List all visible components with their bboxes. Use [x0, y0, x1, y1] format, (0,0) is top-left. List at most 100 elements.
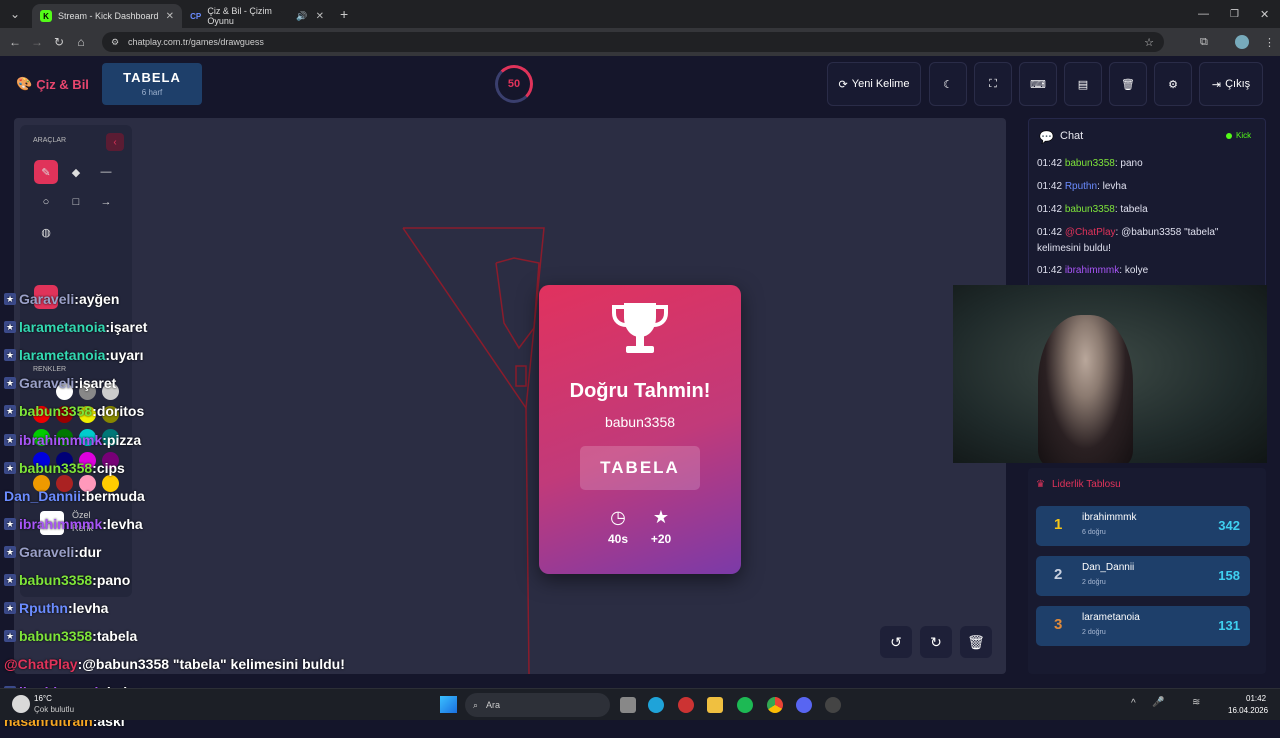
keyboard-button[interactable]: ⌨ [1019, 62, 1057, 106]
overlay-chat-user: ibrahimmmk [19, 515, 103, 532]
file-explorer-icon[interactable] [707, 697, 723, 713]
line-tool[interactable]: — [94, 160, 118, 184]
logo-text: Çiz & Bil [36, 76, 89, 92]
settings-button[interactable]: ⚙ [1154, 62, 1192, 106]
current-word: TABELA [123, 70, 181, 85]
clock-icon: ◷ [610, 507, 626, 527]
undo-button[interactable]: ↺ [880, 626, 912, 658]
site-info-icon[interactable]: ⚙ [111, 37, 119, 48]
exit-button[interactable]: ⇥ Çıkış [1199, 62, 1263, 106]
archive-button[interactable]: ▤ [1064, 62, 1102, 106]
redo-button[interactable]: ↻ [920, 626, 952, 658]
browser-tab-game[interactable]: CP Çiz & Bil - Çizim Oyunu 🔊 ✕ [182, 4, 332, 28]
spotify-icon[interactable] [737, 697, 753, 713]
chrome-icon[interactable] [767, 697, 783, 713]
edge-icon[interactable] [648, 697, 664, 713]
clock-date[interactable]: 16.04.2026 [1228, 706, 1268, 715]
clear-canvas-button[interactable]: 🗑 [960, 626, 992, 658]
leaderboard-panel: ♛ Liderlik Tablosu 1 ibrahimmmk 6 doğru 342… [1028, 468, 1266, 674]
eraser-tool[interactable]: ◆ [64, 160, 88, 184]
arrow-tool[interactable]: → [94, 190, 118, 214]
brush-tool[interactable]: ✎ [34, 160, 58, 184]
dark-mode-button[interactable]: ☾ [929, 62, 967, 106]
live-indicator-icon [1226, 133, 1232, 139]
overlay-chat-user: Garaveli [19, 375, 75, 392]
leaderboard-points: 158 [1218, 568, 1240, 583]
redo-icon: ↻ [930, 633, 942, 650]
app-logo[interactable]: 🎨 Çiz & Bil [16, 76, 89, 92]
microphone-icon[interactable]: 🎤 [1152, 697, 1164, 708]
search-icon: ⌕ [473, 699, 479, 710]
url-field[interactable]: ⚙ chatplay.com.tr/games/drawguess ☆ [102, 32, 1164, 52]
overlay-chat-line: ★ babun3358 : pano [4, 569, 130, 591]
time-stat: ◷ 40s [598, 507, 638, 546]
tab-list-icon[interactable]: ⌄ [4, 7, 26, 21]
overlay-chat-line: ★ babun3358 : cips [4, 457, 125, 479]
new-tab-icon[interactable]: + [340, 6, 348, 22]
badge-icon: ★ [4, 545, 16, 558]
bookmark-star-icon[interactable]: ☆ [1144, 36, 1154, 49]
overlay-chat-message: levha [106, 515, 143, 532]
app-icon[interactable] [678, 697, 694, 713]
streamer-silhouette [1038, 315, 1133, 463]
taskbar-search[interactable]: ⌕ Ara [465, 693, 610, 717]
overlay-chat-line: Dan_Dannii : bermuda [4, 485, 145, 507]
obs-icon[interactable] [825, 697, 841, 713]
circle-icon: ○ [42, 196, 50, 208]
forward-icon[interactable]: → [26, 35, 48, 49]
reload-icon[interactable]: ↻ [48, 35, 70, 49]
overlay-chat-message: dur [78, 543, 102, 560]
collapse-tools-button[interactable]: ‹ [106, 133, 124, 151]
leaderboard-rank: 3 [1054, 616, 1063, 633]
badge-icon: ★ [4, 377, 16, 390]
paint-bucket-icon: ◍ [41, 226, 51, 239]
extensions-icon[interactable]: ⧉ [1200, 36, 1208, 49]
minimize-window-icon[interactable]: — [1198, 8, 1209, 20]
winner-name: babun3358 [604, 414, 676, 430]
task-view-icon[interactable] [620, 697, 636, 713]
leaderboard-rank: 1 [1054, 516, 1063, 533]
chat-message-user: ibrahimmmk [1064, 265, 1120, 276]
stream-chat-overlay: ★ Garaveli : ayğen ★ larametanoia : işaret ★… [4, 288, 424, 738]
circle-tool[interactable]: ○ [34, 190, 58, 214]
rectangle-tool[interactable]: □ [64, 190, 88, 214]
profile-avatar[interactable] [1235, 35, 1249, 49]
start-icon[interactable] [440, 696, 457, 713]
close-window-icon[interactable]: ✕ [1260, 8, 1269, 21]
overlay-chat-line: ★ babun3358 : tabela [4, 625, 137, 647]
fill-tool[interactable]: ◍ [34, 220, 58, 244]
clock-time[interactable]: 01:42 [1246, 694, 1266, 703]
fullscreen-button[interactable]: ⛶ [974, 62, 1012, 106]
wifi-icon[interactable]: ≋ [1192, 697, 1200, 708]
maximize-window-icon[interactable]: ❐ [1230, 9, 1239, 20]
chat-message-user: babun3358 [1064, 204, 1115, 215]
badge-icon: ★ [4, 321, 16, 334]
chatplay-favicon-icon: CP [190, 11, 202, 21]
chat-message-text: : tabela [1114, 204, 1148, 215]
discord-icon[interactable] [796, 697, 812, 713]
overlay-chat-message: pano [96, 572, 131, 588]
close-tab-icon[interactable]: ✕ [166, 11, 174, 22]
overlay-chat-line: ★ ibrahimmmk : pizza [4, 429, 141, 451]
trophy-icon [612, 303, 668, 353]
chat-message: 01:42 babun3358: tabela [1037, 202, 1261, 218]
browser-menu-icon[interactable]: ⋮ [1264, 36, 1275, 49]
new-word-button[interactable]: ⟳ Yeni Kelime [827, 62, 921, 106]
browser-tab-strip: ⌄ K Stream - Kick Dashboard ✕ CP Çiz & B… [0, 0, 1280, 28]
browser-tab-kick[interactable]: K Stream - Kick Dashboard ✕ [32, 4, 182, 28]
game-app: 🎨 Çiz & Bil TABELA 6 harf 50 ⟳ Yeni Keli… [0, 56, 1280, 729]
chat-message-time: 01:42 [1037, 158, 1063, 169]
chat-message: 01:42 Rputhn: levha [1037, 179, 1261, 195]
speaker-icon[interactable]: 🔊 [296, 11, 307, 22]
trash-button[interactable]: 🗑 [1109, 62, 1147, 106]
home-icon[interactable]: ⌂ [70, 35, 92, 49]
back-icon[interactable]: ← [4, 35, 26, 49]
leaderboard-name: larametanoia [1082, 612, 1140, 623]
badge-icon: ★ [4, 574, 16, 586]
arrow-icon: → [100, 196, 112, 208]
overlay-chat-line: ★ Garaveli : dur [4, 541, 102, 563]
overlay-chat-user: babun3358 [19, 459, 93, 476]
leaderboard-title: Liderlik Tablosu [1052, 479, 1121, 490]
close-tab-icon[interactable]: ✕ [316, 11, 324, 22]
tray-chevron-icon[interactable]: ^ [1131, 698, 1136, 709]
